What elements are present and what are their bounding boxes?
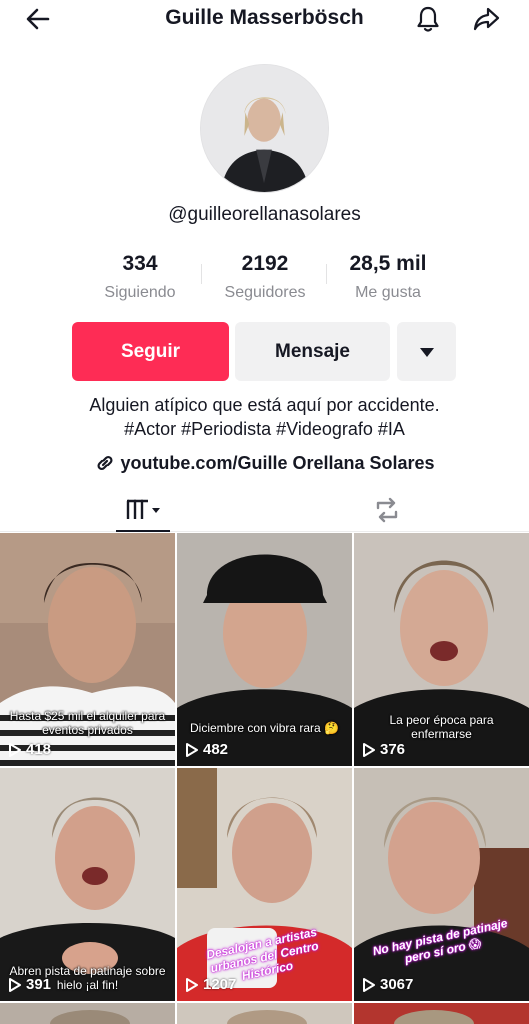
profile-link[interactable]: youtube.com/Guille Orellana Solares <box>0 452 529 474</box>
profile-link-text: youtube.com/Guille Orellana Solares <box>120 452 435 473</box>
profile-bio: Alguien atípico que está aquí por accide… <box>0 393 529 441</box>
more-options-button[interactable] <box>397 322 456 381</box>
view-count-value: 376 <box>380 741 406 758</box>
likes-label: Me gusta <box>355 284 421 301</box>
view-count: 418 <box>8 741 51 758</box>
bell-icon[interactable] <box>412 3 444 35</box>
share-icon[interactable] <box>470 3 502 35</box>
view-count: 482 <box>185 741 228 758</box>
play-icon <box>363 977 375 992</box>
view-count-value: 3067 <box>380 976 414 993</box>
grid-icon <box>126 499 160 519</box>
username: @guilleorellanasolares <box>168 204 361 225</box>
video-caption: Hasta $25 mil el alquiler para eventos p… <box>9 709 166 737</box>
profile-title: Guille Masserbösch <box>165 6 364 29</box>
video-thumbnail[interactable]: Abren pista de patinaje sobre hielo ¡al … <box>0 768 175 1001</box>
tab-videos[interactable] <box>116 488 170 532</box>
stat-following[interactable]: 334 Siguiendo <box>75 252 205 302</box>
video-thumbnail[interactable]: Desalojan a artistas urbanos del Centro … <box>177 768 352 1001</box>
play-icon <box>186 977 198 992</box>
play-icon <box>9 977 21 992</box>
repost-icon <box>376 497 398 523</box>
video-thumbnail[interactable] <box>177 1003 352 1024</box>
view-count: 376 <box>362 741 405 758</box>
content-tabs <box>0 488 529 532</box>
play-icon <box>9 742 21 757</box>
view-count-value: 1207 <box>203 976 237 993</box>
view-count: 3067 <box>362 976 413 993</box>
caret-down-icon <box>419 347 434 357</box>
video-caption: La peor época para enfermarse <box>389 713 494 741</box>
link-icon <box>97 455 113 471</box>
view-count-value: 418 <box>26 741 52 758</box>
following-label: Siguiendo <box>104 284 176 301</box>
following-count: 334 <box>122 252 158 275</box>
video-thumbnail[interactable]: No hay pista de patinaje pero sí oro 😱 3… <box>354 768 529 1001</box>
profile-stats: 334 Siguiendo 2192 Seguidores 28,5 mil M… <box>0 252 529 308</box>
view-count: 391 <box>8 976 51 993</box>
bio-line: Alguien atípico que está aquí por accide… <box>89 395 440 415</box>
video-thumbnail[interactable]: La peor época para enfermarse 376 <box>354 533 529 766</box>
active-tab-indicator <box>116 530 170 532</box>
view-count-value: 391 <box>26 976 52 993</box>
view-count: 1207 <box>185 976 236 993</box>
video-thumbnail[interactable]: Diciembre con vibra rara 🤔 482 <box>177 533 352 766</box>
top-bar: Guille Masserbösch <box>0 0 529 40</box>
follow-button[interactable]: Seguir <box>72 322 229 381</box>
stat-followers[interactable]: 2192 Seguidores <box>200 252 330 302</box>
stat-likes[interactable]: 28,5 mil Me gusta <box>323 252 453 302</box>
tab-reposts[interactable] <box>360 488 414 532</box>
video-grid: Hasta $25 mil el alquiler para eventos p… <box>0 533 529 1024</box>
video-thumbnail[interactable] <box>0 1003 175 1024</box>
view-count-value: 482 <box>203 741 229 758</box>
video-thumbnail[interactable]: Hasta $25 mil el alquiler para eventos p… <box>0 533 175 766</box>
followers-label: Seguidores <box>224 284 306 301</box>
message-button[interactable]: Mensaje <box>235 322 390 381</box>
play-icon <box>363 742 375 757</box>
followers-count: 2192 <box>241 252 289 275</box>
likes-count: 28,5 mil <box>349 252 427 275</box>
avatar[interactable] <box>200 64 329 193</box>
bio-hashtags: #Actor #Periodista #Videografo #IA <box>124 419 405 439</box>
play-icon <box>186 742 198 757</box>
video-caption: Diciembre con vibra rara 🤔 <box>190 721 339 735</box>
video-thumbnail[interactable] <box>354 1003 529 1024</box>
